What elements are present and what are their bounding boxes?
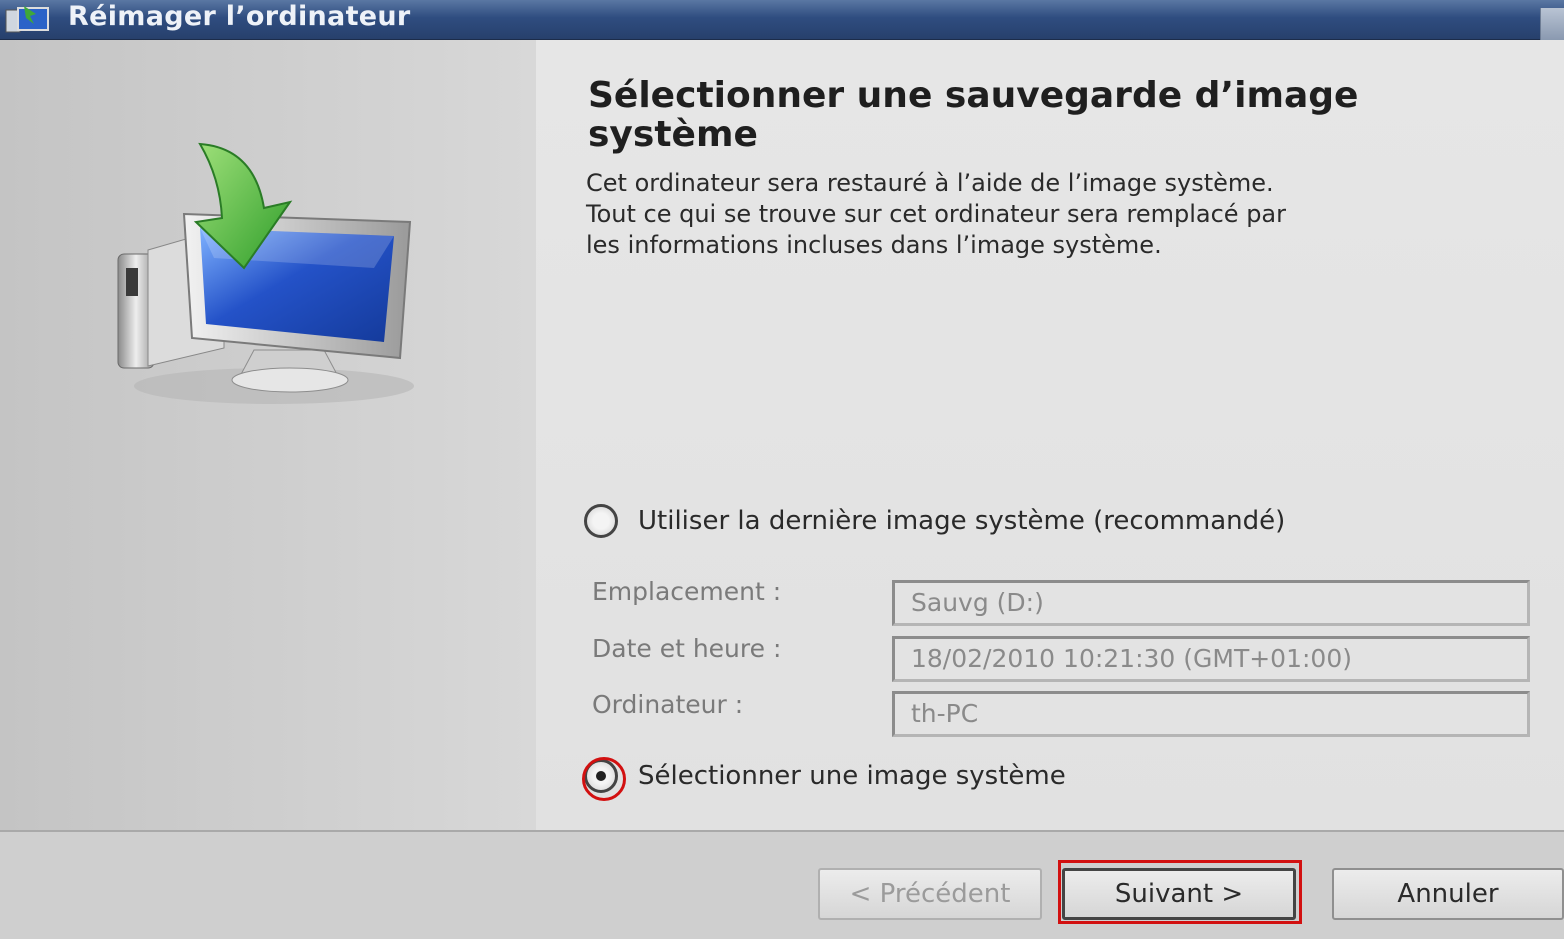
datetime-label: Date et heure : <box>592 634 782 663</box>
window-title: Réimager l’ordinateur <box>68 1 411 32</box>
option-use-latest-label[interactable]: Utiliser la dernière image système (reco… <box>638 506 1285 536</box>
option-select-image[interactable]: Sélectionner une image système <box>582 756 1066 801</box>
content-panel: Sélectionner une sauvegarde d’image syst… <box>536 40 1564 830</box>
computer-label: Ordinateur : <box>592 690 744 719</box>
close-button[interactable] <box>1540 8 1564 40</box>
next-button[interactable]: Suivant > <box>1062 868 1296 920</box>
page-heading: Sélectionner une sauvegarde d’image syst… <box>588 75 1359 155</box>
description-line: les informations incluses dans l’image s… <box>586 231 1162 259</box>
computer-field: th-PC <box>892 691 1530 737</box>
option-select-image-label[interactable]: Sélectionner une image système <box>638 761 1066 791</box>
button-bar: < Précédent Suivant > Annuler <box>0 830 1564 939</box>
system-restore-icon <box>5 6 49 33</box>
cancel-button[interactable]: Annuler <box>1332 868 1564 920</box>
description: Cet ordinateur sera restauré à l’aide de… <box>586 168 1546 261</box>
radio-use-latest[interactable] <box>584 504 618 538</box>
highlight-circle <box>582 757 626 801</box>
title-bar: Réimager l’ordinateur <box>0 0 1564 40</box>
location-label: Emplacement : <box>592 577 782 606</box>
left-panel <box>0 40 536 830</box>
description-line: Cet ordinateur sera restauré à l’aide de… <box>586 169 1274 197</box>
previous-button[interactable]: < Précédent <box>818 868 1042 920</box>
description-line: Tout ce qui se trouve sur cet ordinateur… <box>586 200 1286 228</box>
option-use-latest-image[interactable]: Utiliser la dernière image système (reco… <box>584 501 1285 541</box>
radio-select-image[interactable] <box>582 757 626 801</box>
reimage-computer-icon <box>117 142 414 404</box>
datetime-field: 18/02/2010 10:21:30 (GMT+01:00) <box>892 636 1530 682</box>
location-field: Sauvg (D:) <box>892 580 1530 626</box>
